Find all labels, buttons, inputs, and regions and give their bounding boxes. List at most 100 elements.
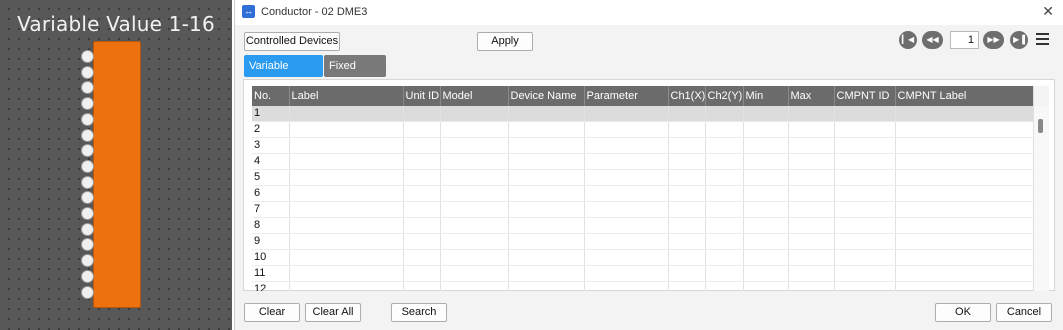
table-cell[interactable] — [834, 169, 896, 187]
table-cell[interactable] — [440, 185, 509, 203]
table-cell[interactable] — [895, 169, 1034, 187]
table-cell[interactable] — [440, 169, 509, 187]
table-cell[interactable] — [788, 281, 835, 291]
table-cell[interactable] — [440, 281, 509, 291]
row-number-cell[interactable]: 7 — [252, 201, 290, 219]
table-cell[interactable] — [668, 185, 706, 203]
rewind-icon[interactable]: ◀◀ — [922, 31, 943, 49]
table-row[interactable]: 11 — [252, 265, 1034, 283]
row-number-cell[interactable]: 3 — [252, 137, 290, 155]
table-cell[interactable] — [743, 185, 789, 203]
design-canvas[interactable]: Variable Value 1-16 — [0, 0, 232, 330]
table-cell[interactable] — [743, 281, 789, 291]
component-port[interactable] — [81, 65, 94, 79]
table-cell[interactable] — [440, 233, 509, 251]
table-cell[interactable] — [895, 137, 1034, 155]
table-cell[interactable] — [289, 137, 404, 155]
table-cell[interactable] — [403, 106, 441, 123]
table-cell[interactable] — [508, 201, 585, 219]
table-cell[interactable] — [440, 249, 509, 267]
row-number-cell[interactable]: 2 — [252, 121, 290, 139]
table-cell[interactable] — [289, 201, 404, 219]
table-cell[interactable] — [584, 153, 669, 171]
table-cell[interactable] — [895, 265, 1034, 283]
clear-button[interactable]: Clear — [244, 303, 300, 322]
table-cell[interactable] — [584, 106, 669, 123]
column-header[interactable]: Label — [289, 86, 404, 106]
table-cell[interactable] — [289, 185, 404, 203]
table-cell[interactable] — [289, 153, 404, 171]
column-header[interactable]: Parameter — [584, 86, 669, 106]
table-cell[interactable] — [403, 153, 441, 171]
table-cell[interactable] — [584, 201, 669, 219]
column-header[interactable]: Unit ID — [403, 86, 441, 106]
table-cell[interactable] — [834, 217, 896, 235]
table-cell[interactable] — [403, 233, 441, 251]
component-port[interactable] — [81, 222, 94, 236]
table-cell[interactable] — [743, 201, 789, 219]
clear-all-button[interactable]: Clear All — [305, 303, 361, 322]
row-number-cell[interactable]: 12 — [252, 281, 290, 291]
table-cell[interactable] — [834, 281, 896, 291]
table-cell[interactable] — [895, 249, 1034, 267]
table-cell[interactable] — [508, 137, 585, 155]
component-port[interactable] — [81, 50, 94, 63]
table-cell[interactable] — [834, 137, 896, 155]
table-cell[interactable] — [584, 137, 669, 155]
row-number-cell[interactable]: 6 — [252, 185, 290, 203]
table-cell[interactable] — [705, 121, 744, 139]
table-cell[interactable] — [705, 233, 744, 251]
hamburger-menu-icon[interactable] — [1036, 33, 1049, 45]
row-number-cell[interactable]: 1 — [252, 106, 290, 123]
table-cell[interactable] — [834, 153, 896, 171]
table-cell[interactable] — [403, 137, 441, 155]
component-port[interactable] — [81, 159, 94, 173]
component-port[interactable] — [81, 285, 94, 299]
table-cell[interactable] — [584, 233, 669, 251]
table-cell[interactable] — [403, 201, 441, 219]
table-cell[interactable] — [440, 217, 509, 235]
table-cell[interactable] — [508, 185, 585, 203]
table-cell[interactable] — [788, 121, 835, 139]
table-cell[interactable] — [743, 106, 789, 123]
table-cell[interactable] — [743, 217, 789, 235]
table-cell[interactable] — [289, 169, 404, 187]
row-number-cell[interactable]: 8 — [252, 217, 290, 235]
table-cell[interactable] — [508, 169, 585, 187]
row-number-cell[interactable]: 11 — [252, 265, 290, 283]
table-row[interactable]: 2 — [252, 121, 1034, 139]
column-header[interactable]: CMPNT ID — [834, 86, 896, 106]
table-cell[interactable] — [668, 249, 706, 267]
table-cell[interactable] — [668, 121, 706, 139]
column-header[interactable]: Ch2(Y) — [705, 86, 744, 106]
table-cell[interactable] — [440, 106, 509, 123]
table-cell[interactable] — [788, 137, 835, 155]
table-cell[interactable] — [834, 106, 896, 123]
table-cell[interactable] — [743, 153, 789, 171]
table-cell[interactable] — [584, 185, 669, 203]
table-cell[interactable] — [743, 137, 789, 155]
table-cell[interactable] — [788, 185, 835, 203]
table-cell[interactable] — [788, 265, 835, 283]
column-header[interactable]: Model — [440, 86, 509, 106]
table-cell[interactable] — [705, 137, 744, 155]
table-cell[interactable] — [508, 217, 585, 235]
table-cell[interactable] — [289, 106, 404, 123]
column-header[interactable]: Min — [743, 86, 789, 106]
apply-button[interactable]: Apply — [477, 32, 533, 51]
table-cell[interactable] — [788, 217, 835, 235]
table-cell[interactable] — [508, 233, 585, 251]
table-cell[interactable] — [705, 106, 744, 123]
table-cell[interactable] — [895, 217, 1034, 235]
table-cell[interactable] — [743, 121, 789, 139]
table-cell[interactable] — [668, 201, 706, 219]
table-cell[interactable] — [403, 217, 441, 235]
column-header[interactable]: No. — [252, 86, 290, 106]
table-cell[interactable] — [705, 169, 744, 187]
table-cell[interactable] — [895, 121, 1034, 139]
column-header[interactable]: Device Name — [508, 86, 585, 106]
table-row[interactable]: 8 — [252, 217, 1034, 235]
vertical-scrollbar[interactable] — [1033, 86, 1049, 291]
table-cell[interactable] — [743, 265, 789, 283]
scrollbar-track[interactable] — [1034, 106, 1049, 291]
